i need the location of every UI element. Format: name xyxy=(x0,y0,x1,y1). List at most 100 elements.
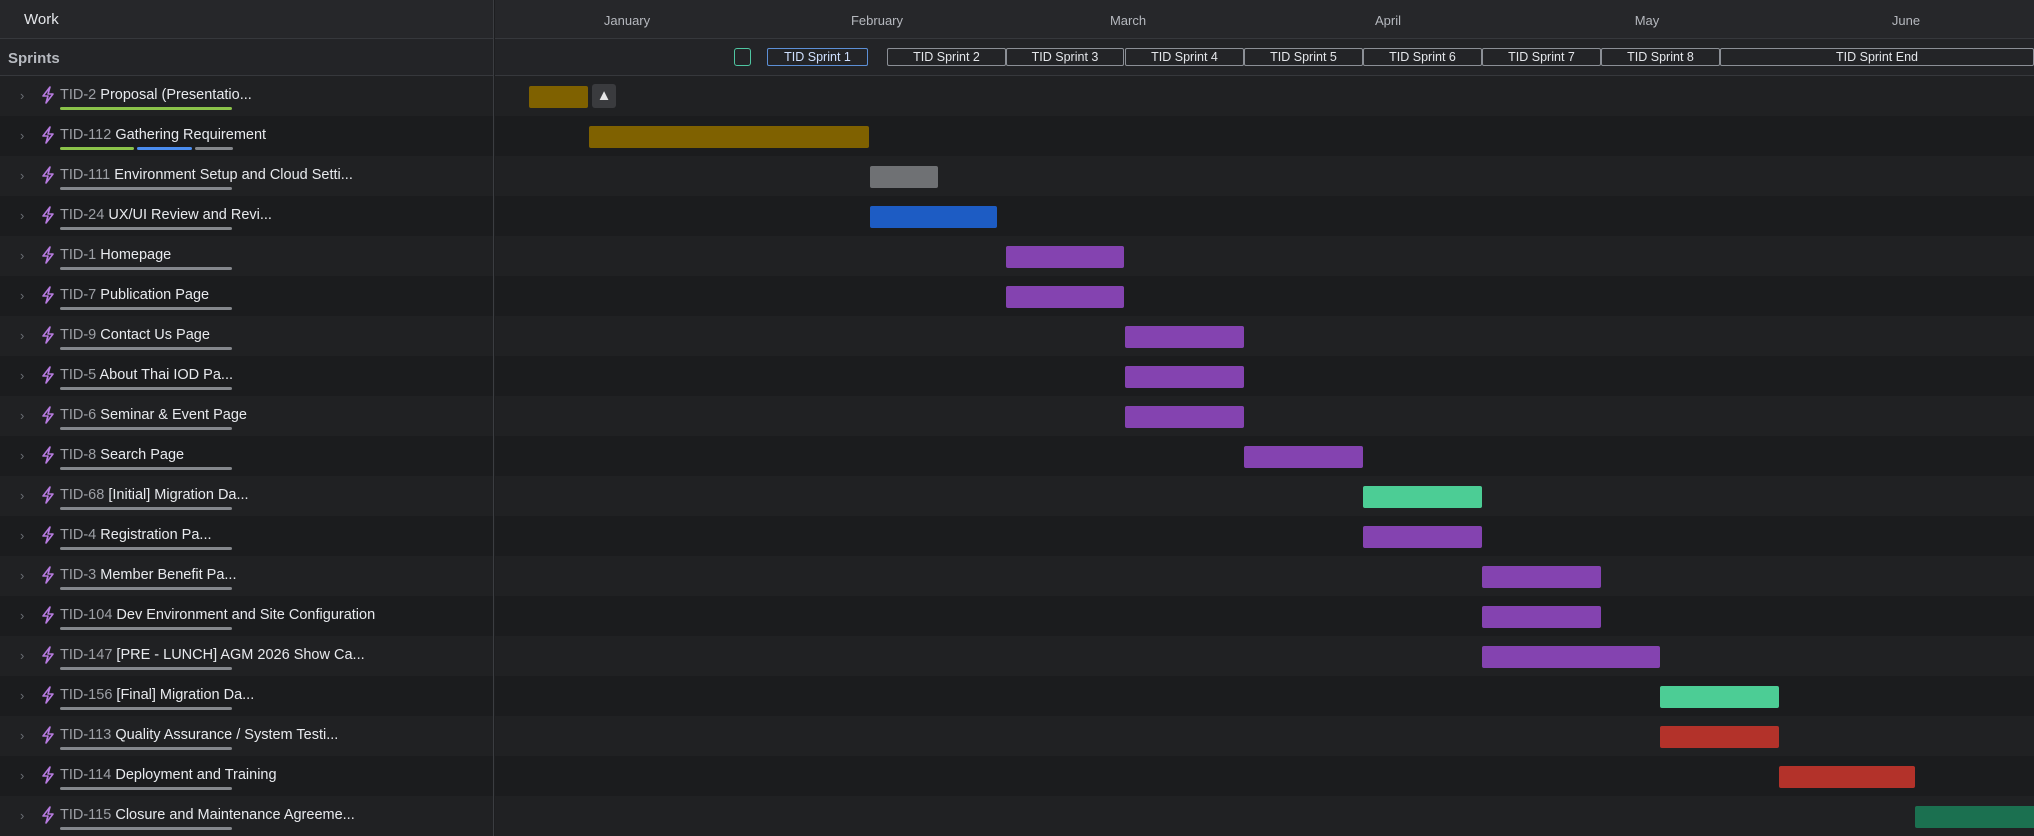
lightning-bolt-icon xyxy=(42,86,54,104)
chevron-right-icon[interactable]: › xyxy=(20,488,24,503)
task-timeline-bar[interactable] xyxy=(1125,326,1244,348)
task-label[interactable]: TID-4 Registration Pa... xyxy=(60,527,212,543)
chevron-right-icon[interactable]: › xyxy=(20,528,24,543)
task-label[interactable]: TID-147 [PRE - LUNCH] AGM 2026 Show Ca..… xyxy=(60,647,365,663)
task-timeline-bar[interactable] xyxy=(870,166,938,188)
current-sprint-marker[interactable] xyxy=(734,48,751,66)
task-timeline-bar[interactable] xyxy=(870,206,997,228)
task-label[interactable]: TID-3 Member Benefit Pa... xyxy=(60,567,236,583)
sprint-box[interactable]: TID Sprint 7 xyxy=(1482,48,1601,66)
progress-bar xyxy=(60,347,232,350)
task-label[interactable]: TID-24 UX/UI Review and Revi... xyxy=(60,207,272,223)
chevron-right-icon[interactable]: › xyxy=(20,688,24,703)
task-timeline-bar[interactable] xyxy=(1482,566,1601,588)
month-label: February xyxy=(850,13,904,28)
task-label[interactable]: TID-9 Contact Us Page xyxy=(60,327,210,343)
task-timeline-bar[interactable] xyxy=(1244,446,1363,468)
sprints-row-title: Sprints xyxy=(8,50,60,67)
timeline-row xyxy=(495,676,2034,716)
task-title: Homepage xyxy=(100,247,172,263)
task-row[interactable]: › TID-147 [PRE - LUNCH] AGM 2026 Show Ca.… xyxy=(0,636,493,676)
chevron-right-icon[interactable]: › xyxy=(20,248,24,263)
chevron-right-icon[interactable]: › xyxy=(20,608,24,623)
task-timeline-bar[interactable] xyxy=(1363,526,1482,548)
sprint-box[interactable]: TID Sprint 8 xyxy=(1601,48,1720,66)
task-timeline-bar[interactable] xyxy=(1779,766,1915,788)
task-timeline-bar[interactable] xyxy=(1125,366,1244,388)
task-row[interactable]: › TID-156 [Final] Migration Da... xyxy=(0,676,493,716)
task-label[interactable]: TID-8 Search Page xyxy=(60,447,184,463)
task-row[interactable]: › TID-24 UX/UI Review and Revi... xyxy=(0,196,493,236)
task-row[interactable]: › TID-5 About Thai IOD Pa... xyxy=(0,356,493,396)
task-row[interactable]: › TID-9 Contact Us Page xyxy=(0,316,493,356)
chevron-right-icon[interactable]: › xyxy=(20,448,24,463)
task-row[interactable]: › TID-68 [Initial] Migration Da... xyxy=(0,476,493,516)
progress-segment xyxy=(60,827,232,830)
task-row[interactable]: › TID-1 Homepage xyxy=(0,236,493,276)
task-timeline-bar[interactable] xyxy=(1006,246,1124,268)
task-key: TID-7 xyxy=(60,287,97,303)
progress-segment xyxy=(60,307,232,310)
sprint-box[interactable]: TID Sprint 1 xyxy=(767,48,868,66)
chevron-right-icon[interactable]: › xyxy=(20,88,24,103)
chevron-right-icon[interactable]: › xyxy=(20,328,24,343)
task-row[interactable]: › TID-7 Publication Page xyxy=(0,276,493,316)
task-row[interactable]: › TID-3 Member Benefit Pa... xyxy=(0,556,493,596)
chevron-right-icon[interactable]: › xyxy=(20,168,24,183)
sprint-box[interactable]: TID Sprint 5 xyxy=(1244,48,1363,66)
sprint-box[interactable]: TID Sprint 3 xyxy=(1006,48,1124,66)
task-row[interactable]: › TID-115 Closure and Maintenance Agreeme… xyxy=(0,796,493,836)
task-timeline-bar[interactable] xyxy=(1482,606,1601,628)
task-timeline-bar[interactable] xyxy=(589,126,869,148)
task-label[interactable]: TID-113 Quality Assurance / System Testi… xyxy=(60,727,338,743)
task-label[interactable]: TID-156 [Final] Migration Da... xyxy=(60,687,254,703)
task-timeline-bar[interactable] xyxy=(1125,406,1244,428)
chevron-right-icon[interactable]: › xyxy=(20,648,24,663)
chevron-right-icon[interactable]: › xyxy=(20,368,24,383)
progress-bar xyxy=(60,307,232,310)
timeline-row xyxy=(495,756,2034,796)
sprint-box[interactable]: TID Sprint 2 xyxy=(887,48,1006,66)
task-label[interactable]: TID-6 Seminar & Event Page xyxy=(60,407,247,423)
task-label[interactable]: TID-114 Deployment and Training xyxy=(60,767,277,783)
task-label[interactable]: TID-1 Homepage xyxy=(60,247,171,263)
task-row[interactable]: › TID-114 Deployment and Training xyxy=(0,756,493,796)
chevron-right-icon[interactable]: › xyxy=(20,808,24,823)
task-row[interactable]: › TID-104 Dev Environment and Site Config… xyxy=(0,596,493,636)
progress-bar xyxy=(60,227,232,230)
task-row[interactable]: › TID-6 Seminar & Event Page xyxy=(0,396,493,436)
task-row[interactable]: › TID-112 Gathering Requirement xyxy=(0,116,493,156)
sprint-box[interactable]: TID Sprint 6 xyxy=(1363,48,1482,66)
task-label[interactable]: TID-7 Publication Page xyxy=(60,287,209,303)
task-row[interactable]: › TID-111 Environment Setup and Cloud Set… xyxy=(0,156,493,196)
task-title: Contact Us Page xyxy=(100,327,210,343)
chevron-right-icon[interactable]: › xyxy=(20,208,24,223)
task-timeline-bar[interactable] xyxy=(1660,726,1779,748)
warning-triangle-icon[interactable]: ▲ xyxy=(592,84,616,108)
sprint-box[interactable]: TID Sprint 4 xyxy=(1125,48,1244,66)
task-row[interactable]: › TID-113 Quality Assurance / System Test… xyxy=(0,716,493,756)
chevron-right-icon[interactable]: › xyxy=(20,408,24,423)
task-label[interactable]: TID-2 Proposal (Presentatio... xyxy=(60,87,252,103)
sprint-box[interactable]: TID Sprint End xyxy=(1720,48,2034,66)
chevron-right-icon[interactable]: › xyxy=(20,728,24,743)
task-timeline-bar[interactable] xyxy=(1363,486,1482,508)
task-timeline-bar[interactable] xyxy=(1660,686,1779,708)
chevron-right-icon[interactable]: › xyxy=(20,128,24,143)
task-timeline-bar[interactable] xyxy=(1482,646,1660,668)
task-label[interactable]: TID-111 Environment Setup and Cloud Sett… xyxy=(60,167,353,183)
task-label[interactable]: TID-68 [Initial] Migration Da... xyxy=(60,487,249,503)
task-timeline-bar[interactable] xyxy=(529,86,588,108)
task-timeline-bar[interactable] xyxy=(1915,806,2034,828)
chevron-right-icon[interactable]: › xyxy=(20,288,24,303)
task-row[interactable]: › TID-4 Registration Pa... xyxy=(0,516,493,556)
task-row[interactable]: › TID-8 Search Page xyxy=(0,436,493,476)
task-label[interactable]: TID-5 About Thai IOD Pa... xyxy=(60,367,233,383)
task-timeline-bar[interactable] xyxy=(1006,286,1124,308)
task-label[interactable]: TID-104 Dev Environment and Site Configu… xyxy=(60,607,375,623)
chevron-right-icon[interactable]: › xyxy=(20,568,24,583)
task-label[interactable]: TID-115 Closure and Maintenance Agreeme.… xyxy=(60,807,355,823)
chevron-right-icon[interactable]: › xyxy=(20,768,24,783)
task-row[interactable]: › TID-2 Proposal (Presentatio... xyxy=(0,76,493,116)
task-label[interactable]: TID-112 Gathering Requirement xyxy=(60,127,266,143)
